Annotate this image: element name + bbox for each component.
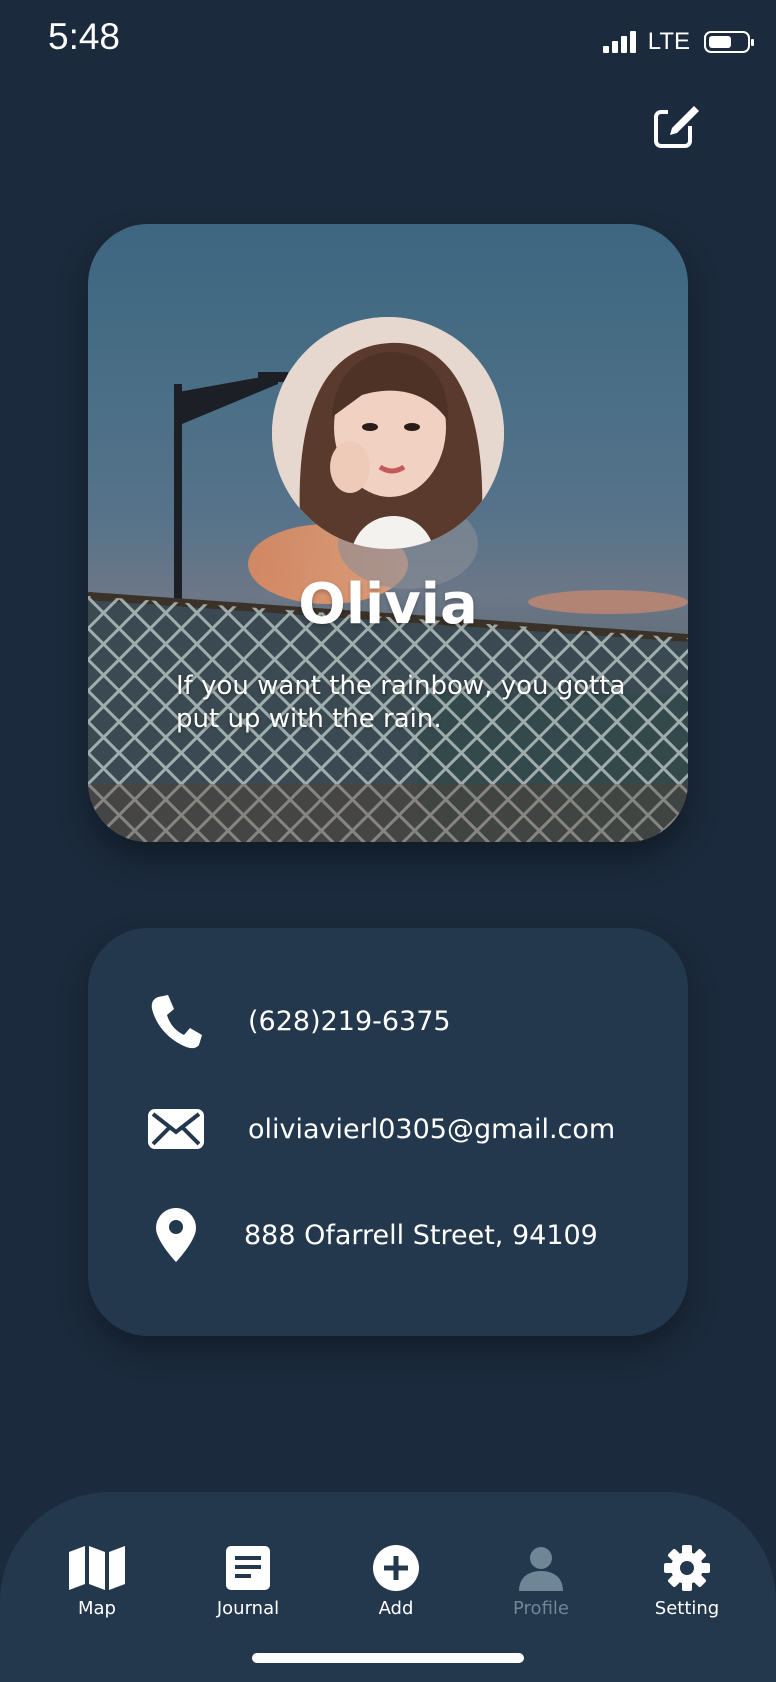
battery-icon [704, 31, 754, 53]
avatar-photo [272, 317, 504, 549]
signal-icon [602, 31, 636, 53]
tab-map-label: Map [78, 1598, 116, 1619]
contact-row-address[interactable]: 888 Ofarrell Street, 94109 [88, 1200, 688, 1270]
battery-level [709, 36, 731, 48]
tab-profile[interactable]: Profile [481, 1544, 601, 1619]
add-icon [366, 1544, 426, 1592]
network-type: LTE [647, 28, 690, 55]
street-address: 888 Ofarrell Street, 94109 [244, 1219, 598, 1251]
tab-add-label: Add [378, 1598, 414, 1619]
avatar[interactable] [272, 317, 504, 549]
edit-icon [654, 106, 699, 148]
gear-icon [657, 1544, 717, 1592]
contact-row-phone[interactable]: (628)219-6375 [88, 986, 688, 1056]
phone-icon [146, 991, 206, 1051]
status-bar: 5:48 LTE [0, 0, 776, 80]
map-icon [67, 1544, 127, 1592]
profile-bio: If you want the rainbow, you gotta put u… [176, 671, 626, 734]
contact-row-email[interactable]: oliviavierl0305@gmail.com [88, 1094, 688, 1164]
tab-journal[interactable]: Journal [188, 1544, 308, 1619]
home-indicator[interactable] [252, 1653, 524, 1663]
mail-icon [146, 1099, 206, 1159]
edit-profile-button[interactable] [652, 102, 702, 152]
profile-icon [511, 1544, 571, 1592]
phone-number: (628)219-6375 [248, 1005, 451, 1037]
tab-map[interactable]: Map [37, 1544, 157, 1619]
email-address: oliviavierl0305@gmail.com [248, 1113, 616, 1145]
tab-setting-label: Setting [654, 1598, 720, 1619]
profile-name: Olivia [298, 572, 478, 637]
tab-profile-label: Profile [513, 1598, 569, 1619]
journal-icon [218, 1544, 278, 1592]
tab-add[interactable]: Add [336, 1544, 456, 1619]
contact-card: (628)219-6375 oliviavierl0305@gmail.com … [88, 928, 688, 1336]
profile-card: Olivia If you want the rainbow, you gott… [88, 224, 688, 842]
tab-journal-label: Journal [216, 1598, 280, 1619]
status-indicators: LTE [602, 28, 754, 56]
location-pin-icon [146, 1205, 206, 1265]
tab-setting[interactable]: Setting [627, 1544, 747, 1619]
status-time: 5:48 [48, 16, 121, 57]
